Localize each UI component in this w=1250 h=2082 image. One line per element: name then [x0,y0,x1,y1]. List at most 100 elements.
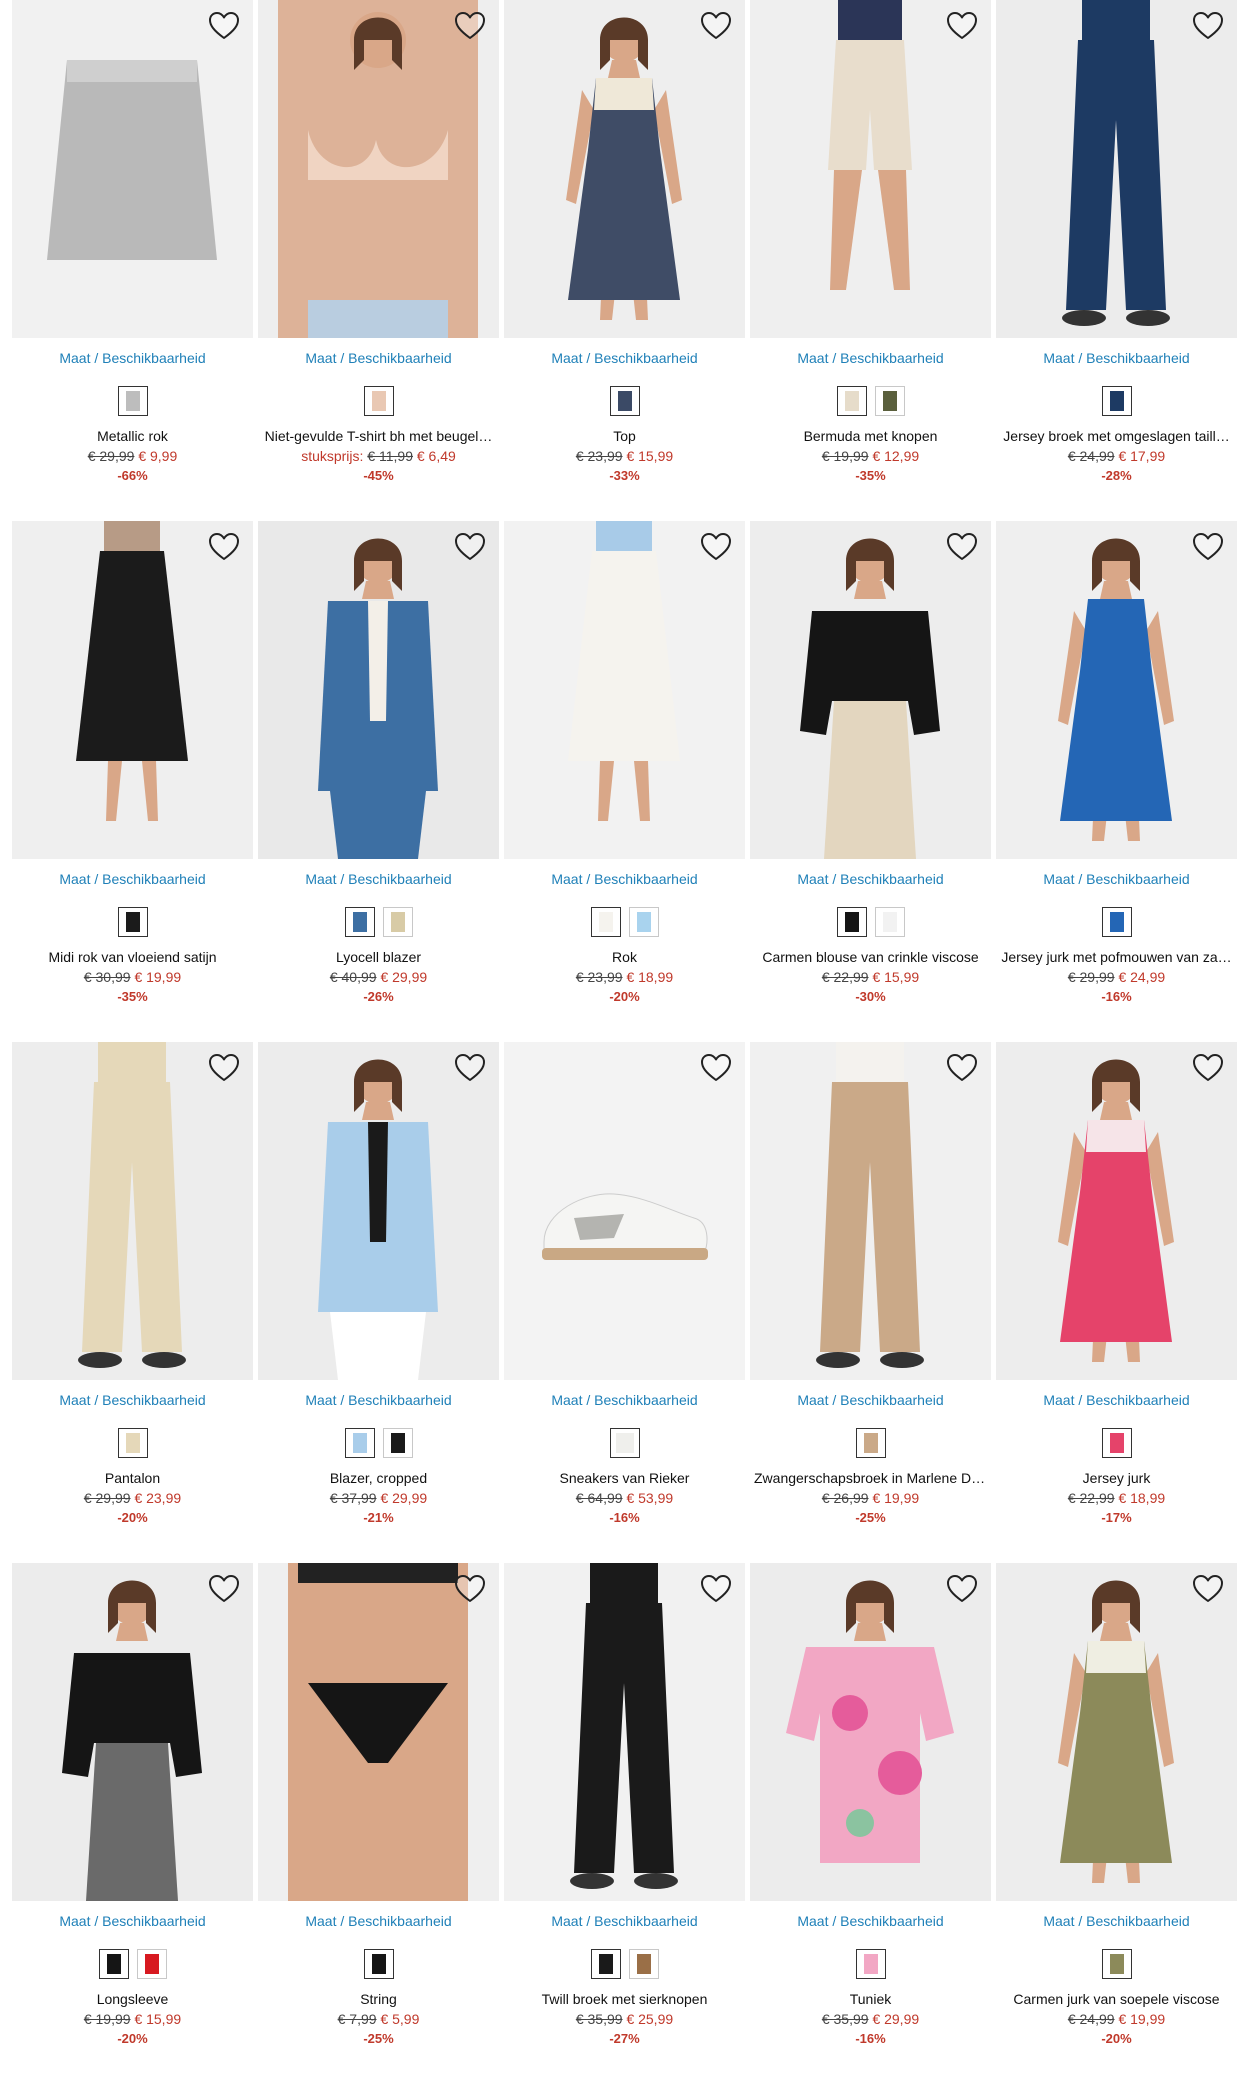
color-swatch[interactable] [1101,1949,1132,1979]
color-swatch[interactable] [363,386,394,416]
color-swatch[interactable] [363,1949,394,1979]
color-swatch[interactable] [1101,907,1132,937]
product-name[interactable]: Jersey broek met omgeslagen taill… [996,428,1237,446]
size-availability-link[interactable]: Maat / Beschikbaarheid [996,1913,1237,1931]
product-image[interactable] [258,1042,499,1380]
wishlist-heart-icon[interactable] [699,10,733,42]
product-name[interactable]: Longsleeve [12,1991,253,2009]
color-swatch[interactable] [344,1428,375,1458]
product-name[interactable]: Blazer, cropped [258,1470,499,1488]
wishlist-heart-icon[interactable] [207,1052,241,1084]
color-swatch[interactable] [874,907,905,937]
wishlist-heart-icon[interactable] [453,1573,487,1605]
product-image[interactable] [258,0,499,338]
product-name[interactable]: Carmen jurk van soepele viscose [996,1991,1237,2009]
size-availability-link[interactable]: Maat / Beschikbaarheid [12,1913,253,1931]
wishlist-heart-icon[interactable] [1191,1052,1225,1084]
size-availability-link[interactable]: Maat / Beschikbaarheid [12,871,253,889]
color-swatch[interactable] [117,386,148,416]
product-image[interactable] [12,1563,253,1901]
size-availability-link[interactable]: Maat / Beschikbaarheid [504,871,745,889]
product-name[interactable]: Twill broek met sierknopen [504,1991,745,2009]
color-swatch[interactable] [836,907,867,937]
color-swatch[interactable] [609,1428,640,1458]
product-card[interactable]: Maat / Beschikbaarheid Carmen blouse van … [750,521,991,1042]
product-image[interactable] [12,521,253,859]
product-image[interactable] [258,1563,499,1901]
size-availability-link[interactable]: Maat / Beschikbaarheid [258,871,499,889]
color-swatch[interactable] [590,1949,621,1979]
product-image[interactable] [996,1042,1237,1380]
color-swatch[interactable] [382,1428,413,1458]
size-availability-link[interactable]: Maat / Beschikbaarheid [750,871,991,889]
size-availability-link[interactable]: Maat / Beschikbaarheid [258,1913,499,1931]
product-image[interactable] [504,0,745,338]
product-image[interactable] [996,1563,1237,1901]
product-card[interactable]: Maat / Beschikbaarheid Zwangerschapsbroek… [750,1042,991,1563]
product-card[interactable]: Maat / Beschikbaarheid Sneakers van Rieke… [504,1042,745,1563]
color-swatch[interactable] [382,907,413,937]
product-card[interactable]: Maat / Beschikbaarheid Rok € 23,99 € 18,99… [504,521,745,1042]
wishlist-heart-icon[interactable] [699,531,733,563]
wishlist-heart-icon[interactable] [1191,1573,1225,1605]
product-name[interactable]: Jersey jurk [996,1470,1237,1488]
color-swatch[interactable] [344,907,375,937]
product-image[interactable] [12,0,253,338]
product-name[interactable]: Jersey jurk met pofmouwen van za… [996,949,1237,967]
product-image[interactable] [258,521,499,859]
product-name[interactable]: Midi rok van vloeiend satijn [12,949,253,967]
size-availability-link[interactable]: Maat / Beschikbaarheid [504,1392,745,1410]
product-card[interactable]: Maat / Beschikbaarheid Tuniek € 35,99 € 29… [750,1563,991,2082]
color-swatch[interactable] [609,386,640,416]
wishlist-heart-icon[interactable] [945,1052,979,1084]
wishlist-heart-icon[interactable] [207,531,241,563]
product-card[interactable]: Maat / Beschikbaarheid Top € 23,99 € 15,99… [504,0,745,521]
wishlist-heart-icon[interactable] [453,1052,487,1084]
size-availability-link[interactable]: Maat / Beschikbaarheid [750,1913,991,1931]
wishlist-heart-icon[interactable] [699,1052,733,1084]
product-card[interactable]: Maat / Beschikbaarheid Twill broek met si… [504,1563,745,2082]
product-card[interactable]: Maat / Beschikbaarheid Jersey broek met o… [996,0,1237,521]
product-image[interactable] [750,0,991,338]
color-swatch[interactable] [136,1949,167,1979]
color-swatch[interactable] [590,907,621,937]
product-card[interactable]: Maat / Beschikbaarheid Lyocell blazer € 40… [258,521,499,1042]
wishlist-heart-icon[interactable] [945,531,979,563]
product-card[interactable]: Maat / Beschikbaarheid Blazer, cropped € 3… [258,1042,499,1563]
wishlist-heart-icon[interactable] [207,10,241,42]
size-availability-link[interactable]: Maat / Beschikbaarheid [996,1392,1237,1410]
size-availability-link[interactable]: Maat / Beschikbaarheid [996,350,1237,368]
wishlist-heart-icon[interactable] [453,10,487,42]
product-image[interactable] [996,521,1237,859]
product-name[interactable]: String [258,1991,499,2009]
product-name[interactable]: Niet-gevulde T-shirt bh met beugel… [258,428,499,446]
size-availability-link[interactable]: Maat / Beschikbaarheid [996,871,1237,889]
color-swatch[interactable] [836,386,867,416]
wishlist-heart-icon[interactable] [453,531,487,563]
wishlist-heart-icon[interactable] [699,1573,733,1605]
product-image[interactable] [12,1042,253,1380]
product-image[interactable] [996,0,1237,338]
size-availability-link[interactable]: Maat / Beschikbaarheid [12,350,253,368]
wishlist-heart-icon[interactable] [945,1573,979,1605]
product-card[interactable]: Maat / Beschikbaarheid Pantalon € 29,99 € … [12,1042,253,1563]
color-swatch[interactable] [117,907,148,937]
color-swatch[interactable] [855,1428,886,1458]
wishlist-heart-icon[interactable] [1191,531,1225,563]
product-name[interactable]: Zwangerschapsbroek in Marlene Di… [750,1470,991,1488]
product-image[interactable] [504,1042,745,1380]
product-card[interactable]: Maat / Beschikbaarheid Midi rok van vloei… [12,521,253,1042]
product-image[interactable] [504,1563,745,1901]
product-card[interactable]: Maat / Beschikbaarheid Longsleeve € 19,99 … [12,1563,253,2082]
size-availability-link[interactable]: Maat / Beschikbaarheid [258,350,499,368]
product-image[interactable] [504,521,745,859]
wishlist-heart-icon[interactable] [945,10,979,42]
product-name[interactable]: Top [504,428,745,446]
product-name[interactable]: Sneakers van Rieker [504,1470,745,1488]
size-availability-link[interactable]: Maat / Beschikbaarheid [750,1392,991,1410]
product-image[interactable] [750,1042,991,1380]
product-name[interactable]: Bermuda met knopen [750,428,991,446]
product-card[interactable]: Maat / Beschikbaarheid Niet-gevulde T-shi… [258,0,499,521]
size-availability-link[interactable]: Maat / Beschikbaarheid [258,1392,499,1410]
color-swatch[interactable] [855,1949,886,1979]
